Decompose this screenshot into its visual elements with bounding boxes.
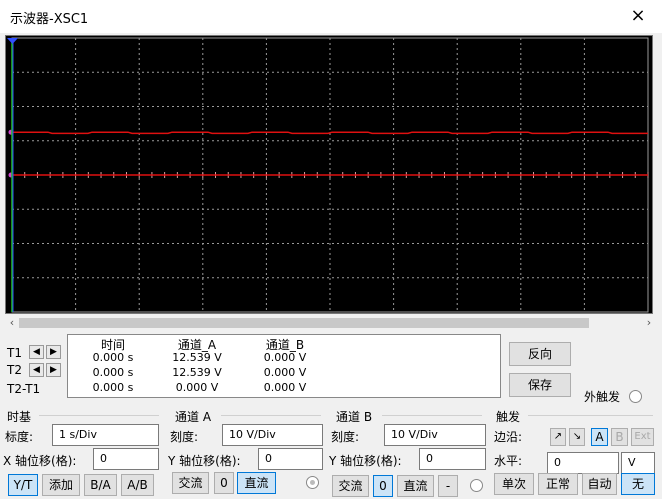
channel-b-ac-button[interactable]: 交流 bbox=[332, 475, 369, 497]
channel-b-radio[interactable] bbox=[470, 479, 483, 492]
channel-b-heading: 通道 B bbox=[336, 410, 373, 424]
edge-falling-icon[interactable]: ↘ bbox=[569, 428, 585, 446]
oscilloscope-screen bbox=[5, 35, 653, 314]
t2-right-arrow-icon[interactable]: ▶ bbox=[46, 363, 61, 377]
scroll-left-icon[interactable]: ‹ bbox=[5, 315, 19, 331]
t2-channel-b: 0.000 V bbox=[263, 366, 307, 379]
channel-b-dc-button[interactable]: 直流 bbox=[397, 475, 434, 497]
mode-ab-button[interactable]: A/B bbox=[121, 474, 154, 496]
channel-b-ypos-label: Y 轴位移(格): bbox=[329, 454, 402, 468]
channel-b-zero-button[interactable]: 0 bbox=[373, 475, 393, 497]
trigger-level-input[interactable]: 0 bbox=[547, 452, 619, 474]
external-trigger-radio[interactable] bbox=[629, 390, 642, 403]
channel-b-scale-label: 刻度: bbox=[331, 430, 360, 444]
timebase-scale-input[interactable]: 1 s/Div bbox=[52, 424, 159, 446]
scroll-right-icon[interactable]: › bbox=[642, 315, 656, 331]
reverse-button[interactable]: 反向 bbox=[509, 342, 571, 366]
x-position-input[interactable]: 0 bbox=[93, 448, 159, 470]
measurement-readout: 时间 通道_A 通道_B 0.000 s 12.539 V 0.000 V 0.… bbox=[67, 334, 501, 398]
scrollbar-thumb[interactable] bbox=[19, 318, 589, 328]
t2t1-time: 0.000 s bbox=[92, 381, 134, 394]
t2-t1-label: T2-T1 bbox=[7, 382, 41, 396]
t2-left-arrow-icon[interactable]: ◀ bbox=[29, 363, 44, 377]
mode-yt-button[interactable]: Y/T bbox=[8, 474, 38, 496]
trigger-heading: 触发 bbox=[496, 410, 521, 424]
trigger-single-button[interactable]: 单次 bbox=[494, 473, 534, 495]
t1-right-arrow-icon[interactable]: ▶ bbox=[46, 345, 61, 359]
close-icon[interactable]: × bbox=[628, 5, 648, 26]
trigger-edge-label: 边沿: bbox=[494, 430, 523, 444]
trigger-source-a-button[interactable]: A bbox=[591, 428, 608, 446]
channel-a-ypos-label: Y 轴位移(格): bbox=[168, 454, 241, 468]
trigger-auto-button[interactable]: 自动 bbox=[582, 473, 617, 495]
trigger-source-b-button: B bbox=[611, 428, 628, 446]
channel-a-heading: 通道 A bbox=[175, 410, 212, 424]
t1-left-arrow-icon[interactable]: ◀ bbox=[29, 345, 44, 359]
channel-a-scale-label: 刻度: bbox=[170, 430, 199, 444]
cursor-t1-handle-icon bbox=[7, 38, 18, 44]
t1-label: T1 bbox=[7, 346, 22, 360]
channel-b-minus-button[interactable]: - bbox=[438, 475, 458, 497]
t2-time: 0.000 s bbox=[92, 366, 134, 379]
save-button[interactable]: 保存 bbox=[509, 373, 571, 397]
timebase-heading: 时基 bbox=[7, 410, 32, 424]
channel-a-ypos-input[interactable]: 0 bbox=[258, 448, 323, 470]
channel-a-disabled-radio bbox=[306, 476, 319, 489]
trigger-normal-button[interactable]: 正常 bbox=[538, 473, 578, 495]
window-title: 示波器-XSC1 bbox=[10, 12, 89, 27]
horizontal-scrollbar[interactable]: ‹ › bbox=[5, 315, 656, 331]
edge-rising-icon[interactable]: ↗ bbox=[550, 428, 566, 446]
title-bar: 示波器-XSC1 × bbox=[0, 0, 662, 33]
timebase-scale-label: 标度: bbox=[5, 430, 34, 444]
trigger-level-unit[interactable]: V bbox=[621, 452, 655, 474]
t2-label: T2 bbox=[7, 363, 22, 377]
x-position-label: X 轴位移(格): bbox=[3, 454, 77, 468]
t1-channel-a: 12.539 V bbox=[172, 351, 222, 364]
channel-a-zero-button[interactable]: 0 bbox=[214, 472, 234, 494]
trigger-source-ext-button: Ext bbox=[631, 428, 654, 446]
t1-time: 0.000 s bbox=[92, 351, 134, 364]
mode-add-button[interactable]: 添加 bbox=[42, 474, 80, 496]
t1-channel-b: 0.000 V bbox=[263, 351, 307, 364]
channel-a-scale-input[interactable]: 10 V/Div bbox=[222, 424, 323, 446]
scope-display bbox=[7, 37, 649, 313]
external-trigger-label: 外触发 bbox=[584, 390, 621, 404]
channel-b-scale-input[interactable]: 10 V/Div bbox=[384, 424, 486, 446]
mode-ba-button[interactable]: B/A bbox=[84, 474, 117, 496]
t2t1-channel-a: 0.000 V bbox=[175, 381, 219, 394]
channel-a-ac-button[interactable]: 交流 bbox=[172, 472, 209, 494]
channel-a-trace bbox=[12, 131, 648, 135]
trigger-level-label: 水平: bbox=[494, 454, 523, 468]
trigger-none-button[interactable]: 无 bbox=[621, 473, 655, 495]
channel-b-ypos-input[interactable]: 0 bbox=[419, 448, 486, 470]
channel-a-dc-button[interactable]: 直流 bbox=[237, 472, 276, 494]
t2t1-channel-b: 0.000 V bbox=[263, 381, 307, 394]
t2-channel-a: 12.539 V bbox=[172, 366, 222, 379]
